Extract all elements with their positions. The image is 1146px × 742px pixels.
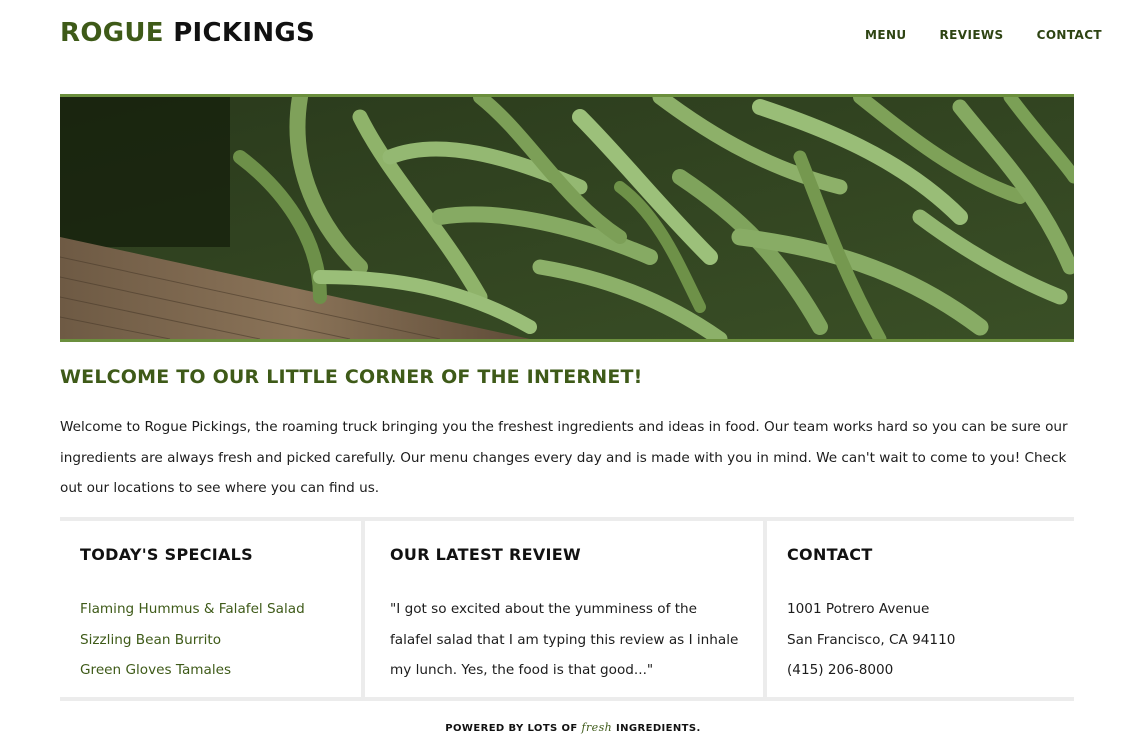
contact-phone[interactable]: (415) 206-8000 [787, 655, 1054, 686]
special-item[interactable]: Flaming Hummus & Falafel Salad [80, 594, 341, 625]
footer-fresh-word: fresh [581, 721, 613, 734]
footer-prefix: POWERED BY LOTS OF [445, 723, 578, 734]
contact-details: 1001 Potrero Avenue San Francisco, CA 94… [787, 594, 1054, 686]
contact-column: CONTACT 1001 Potrero Avenue San Francisc… [767, 521, 1074, 697]
footer-suffix: INGREDIENTS. [616, 723, 701, 734]
nav-link-menu[interactable]: MENU [865, 28, 907, 42]
nav-link-reviews[interactable]: REVIEWS [940, 28, 1004, 42]
contact-address-line: 1001 Potrero Avenue [787, 601, 930, 617]
logo-word-rogue: ROGUE [60, 18, 164, 48]
hero-image [60, 94, 1074, 342]
review-column: OUR LATEST REVIEW "I got so excited abou… [365, 521, 767, 697]
site-logo[interactable]: ROGUE PICKINGS [60, 18, 315, 48]
specials-list: Flaming Hummus & Falafel Salad Sizzling … [80, 594, 341, 686]
welcome-paragraph: Welcome to Rogue Pickings, the roaming t… [60, 419, 1068, 496]
main-nav: MENU REVIEWS CONTACT [865, 28, 1102, 42]
logo-word-pickings: PICKINGS [173, 18, 316, 48]
review-quote: "I got so excited about the yumminess of… [390, 601, 739, 678]
site-header: ROGUE PICKINGS MENU REVIEWS CONTACT [60, 0, 1102, 70]
special-item[interactable]: Green Gloves Tamales [80, 655, 341, 686]
specials-heading: TODAY'S SPECIALS [80, 545, 254, 564]
specials-column: TODAY'S SPECIALS Flaming Hummus & Falafe… [60, 521, 365, 697]
special-item[interactable]: Sizzling Bean Burrito [80, 625, 341, 656]
welcome-heading: WELCOME TO OUR LITTLE CORNER OF THE INTE… [60, 366, 643, 388]
review-heading: OUR LATEST REVIEW [390, 545, 581, 564]
contact-heading: CONTACT [787, 545, 873, 564]
green-beans-illustration [60, 97, 1074, 339]
nav-link-contact[interactable]: CONTACT [1037, 28, 1102, 42]
info-columns: TODAY'S SPECIALS Flaming Hummus & Falafe… [60, 517, 1074, 701]
contact-city-line: San Francisco, CA 94110 [787, 631, 956, 648]
site-footer: POWERED BY LOTS OF fresh INGREDIENTS. [0, 721, 1146, 734]
